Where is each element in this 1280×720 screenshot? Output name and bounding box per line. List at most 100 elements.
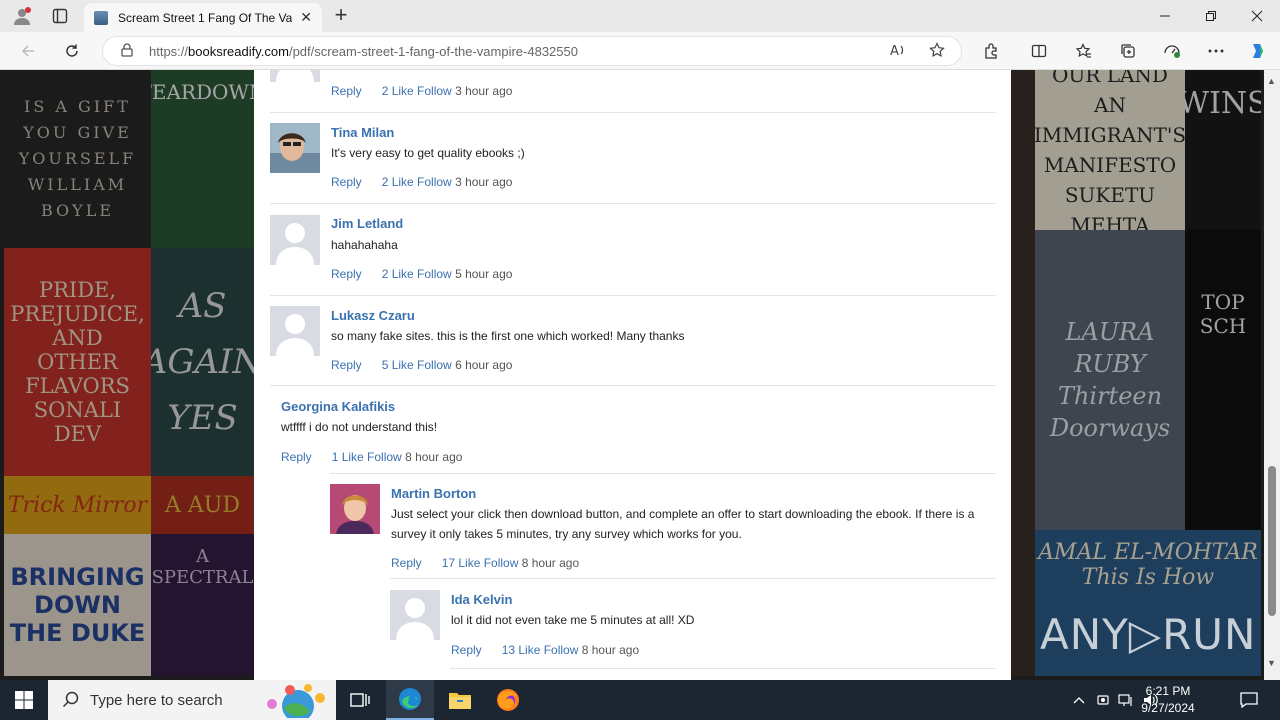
system-clock[interactable]: 6:21 PM 9/27/2024: [1128, 683, 1208, 717]
notification-center-icon[interactable]: [1232, 680, 1266, 720]
comment-text: wtffff i do not understand this!: [281, 420, 438, 434]
search-placeholder: Type here to search: [90, 691, 223, 709]
comment-time: 8 hour ago: [521, 556, 580, 570]
reply-link[interactable]: Reply: [331, 267, 362, 281]
like-follow-link[interactable]: 13 Like Follow: [502, 643, 579, 657]
commenter-name[interactable]: Ida Kelvin: [451, 592, 512, 607]
default-avatar-icon: [270, 306, 320, 356]
like-follow-link[interactable]: 1 Like Follow: [332, 450, 402, 464]
edge-taskbar-icon[interactable]: [386, 680, 434, 720]
profile-icon[interactable]: [8, 4, 36, 28]
file-explorer-icon[interactable]: [436, 680, 484, 720]
taskbar-search[interactable]: Type here to search: [48, 680, 336, 720]
like-follow-link[interactable]: 2 Like Follow: [382, 175, 452, 189]
default-avatar-icon: [270, 215, 320, 265]
split-screen-icon[interactable]: [1025, 38, 1053, 64]
clock-time: 6:21 PM: [1145, 684, 1191, 698]
minimize-icon[interactable]: [1142, 0, 1188, 32]
comment-actions: Reply 2 Like Follow 3 hour ago: [331, 84, 512, 98]
comment-text: Just select your click then download but…: [391, 507, 975, 541]
comment-time: 6 hour ago: [455, 358, 513, 372]
comment-actions: Reply 2 Like Follow 5 hour ago: [331, 267, 512, 281]
device-icon[interactable]: [1092, 680, 1114, 720]
windows-taskbar: Type here to search 6:21 PM 9/27/2024: [0, 680, 1280, 720]
commenter-name[interactable]: Tina Milan: [331, 125, 394, 140]
address-bar[interactable]: https://booksreadify.com/pdf/scream-stre…: [102, 36, 962, 66]
divider: [330, 473, 996, 474]
reply-link[interactable]: Reply: [331, 84, 362, 98]
lock-icon[interactable]: [121, 42, 135, 60]
comment-text: so many fake sites. this is the first on…: [331, 329, 685, 343]
commenter-name[interactable]: Lukasz Czaru: [331, 308, 415, 323]
browser-toolbar: https://booksreadify.com/pdf/scream-stre…: [0, 32, 1280, 70]
comment-time: 8 hour ago: [405, 450, 463, 464]
reply-link[interactable]: Reply: [331, 175, 362, 189]
comments-section: Reply 2 Like Follow 3 hour ago Tina Milan…: [254, 70, 1011, 680]
default-avatar-icon: [270, 70, 320, 82]
comment-text: It's very easy to get quality ebooks ;): [331, 146, 525, 160]
extensions-icon[interactable]: [977, 38, 1005, 64]
reply-link[interactable]: Reply: [281, 450, 312, 464]
commenter-name[interactable]: Georgina Kalafikis: [281, 399, 395, 414]
divider: [270, 385, 996, 386]
reply-link[interactable]: Reply: [451, 643, 482, 657]
comment-time: 8 hour ago: [581, 643, 640, 657]
comment-text: hahahahaha: [331, 238, 398, 252]
like-follow-link[interactable]: 17 Like Follow: [442, 556, 519, 570]
search-highlight-icon: [267, 684, 325, 718]
svg-text:A: A: [890, 44, 899, 58]
comment-actions: Reply 2 Like Follow 3 hour ago: [331, 175, 512, 189]
commenter-name[interactable]: Martin Borton: [391, 486, 476, 501]
reply-link[interactable]: Reply: [391, 556, 422, 570]
favorite-star-icon[interactable]: [929, 42, 945, 62]
firefox-icon[interactable]: [484, 680, 532, 720]
vertical-scrollbar[interactable]: ▲ ▼: [1264, 70, 1280, 680]
like-follow-link[interactable]: 5 Like Follow: [382, 358, 452, 372]
like-follow-link[interactable]: 2 Like Follow: [382, 267, 452, 281]
comment-actions: Reply 1 Like Follow 8 hour ago: [281, 450, 462, 464]
comment-time: 5 hour ago: [455, 267, 513, 281]
commenter-name[interactable]: Jim Letland: [331, 216, 403, 231]
comment-actions: Reply 13 Like Follow 8 hour ago: [451, 643, 639, 657]
book-collage-left: IS A GIFT YOU GIVE YOURSELF WILLIAM BOYL…: [4, 70, 254, 676]
default-avatar-icon: [390, 590, 440, 640]
performance-icon[interactable]: [1158, 38, 1186, 64]
new-tab-button[interactable]: +: [330, 4, 352, 26]
comment-text: lol it did not even take me 5 minutes at…: [451, 613, 695, 627]
book-favicon-icon: [94, 10, 108, 25]
divider: [270, 112, 996, 113]
divider: [270, 203, 996, 204]
more-options-icon[interactable]: [1202, 38, 1230, 64]
task-view-icon[interactable]: [336, 680, 384, 720]
scroll-thumb[interactable]: [1268, 466, 1276, 616]
collections-icon[interactable]: [1114, 38, 1142, 64]
close-window-icon[interactable]: [1234, 0, 1280, 32]
restore-icon[interactable]: [1188, 0, 1234, 32]
divider: [270, 295, 996, 296]
like-follow-link[interactable]: 2 Like Follow: [382, 84, 452, 98]
tray-overflow-chevron-icon[interactable]: [1068, 680, 1090, 720]
back-arrow-icon[interactable]: [14, 38, 42, 64]
scroll-down-arrow-icon[interactable]: ▼: [1267, 658, 1276, 668]
clock-date: 9/27/2024: [1141, 701, 1195, 715]
dim-overlay: [4, 70, 254, 676]
favorites-icon[interactable]: [1070, 38, 1098, 64]
user-photo-avatar[interactable]: [270, 123, 320, 173]
comment-time: 3 hour ago: [455, 84, 513, 98]
book-collage-right: OUR LAND AN IMMIGRANT'S MANIFESTO SUKETU…: [1011, 70, 1261, 676]
copilot-icon[interactable]: [1244, 38, 1272, 64]
divider: [390, 578, 996, 579]
page-viewport: IS A GIFT YOU GIVE YOURSELF WILLIAM BOYL…: [0, 70, 1264, 680]
active-tab[interactable]: Scream Street 1 Fang Of The Vampire ✕: [84, 3, 322, 32]
start-button[interactable]: [0, 680, 48, 720]
close-tab-icon[interactable]: ✕: [300, 9, 312, 26]
scroll-up-arrow-icon[interactable]: ▲: [1267, 76, 1276, 86]
tab-actions-icon[interactable]: [46, 4, 74, 28]
comment-actions: Reply 17 Like Follow 8 hour ago: [391, 556, 579, 570]
read-aloud-icon[interactable]: A: [890, 42, 906, 62]
refresh-icon[interactable]: [58, 38, 86, 64]
user-photo-avatar[interactable]: [330, 484, 380, 534]
url-text: https://booksreadify.com/pdf/scream-stre…: [149, 43, 578, 59]
reply-link[interactable]: Reply: [331, 358, 362, 372]
comment-time: 3 hour ago: [455, 175, 513, 189]
